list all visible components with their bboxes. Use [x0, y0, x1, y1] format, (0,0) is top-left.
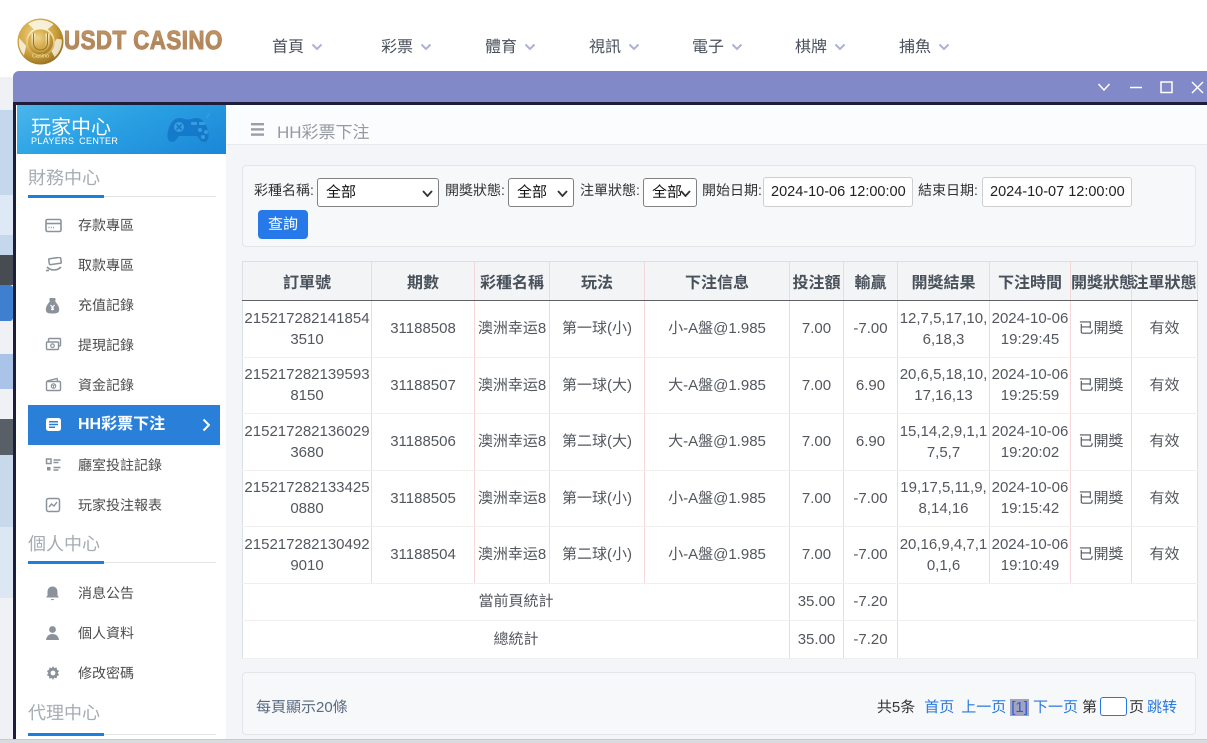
- svg-text:Casino: Casino: [32, 54, 49, 60]
